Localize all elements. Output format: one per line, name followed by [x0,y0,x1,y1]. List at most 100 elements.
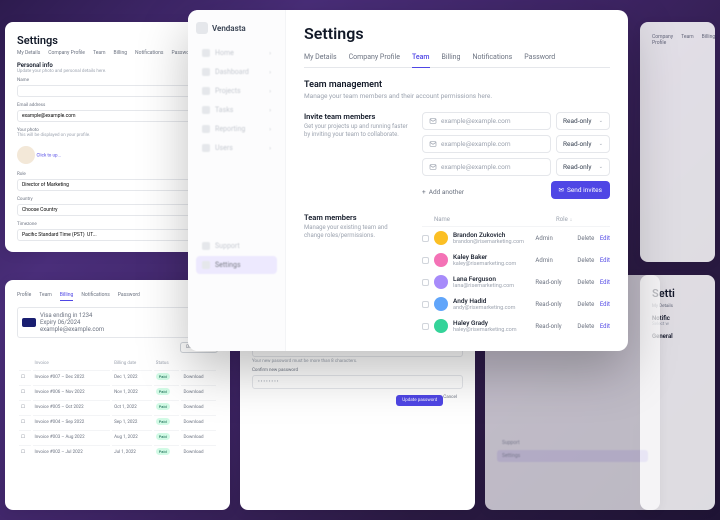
col-name[interactable]: Name [434,216,556,223]
sidebar-item-users[interactable]: Users› [196,139,277,157]
members-title: Team members [304,213,408,222]
brand-icon [196,22,208,34]
sort-icon: ↓ [570,217,573,223]
tab-my-details[interactable]: My Details [304,53,337,67]
invite-title: Invite team members [304,112,408,121]
delete-button[interactable]: Delete [577,235,594,242]
invite-email-input[interactable]: example@example.com [422,135,551,153]
delete-button[interactable]: Delete [577,301,594,308]
nav-icon [202,261,210,269]
member-checkbox[interactable] [422,301,429,308]
member-email: haley@risemarketing.com [453,327,535,333]
chevron-icon: › [269,88,271,95]
member-name: Andy Hadid [453,297,535,305]
nav-icon [202,68,210,76]
section-title: Team management [304,80,610,90]
invite-role-select[interactable]: Read-only ⌄ [556,158,610,176]
brand: Vendasta [196,22,277,34]
edit-button[interactable]: Edit [600,257,610,264]
member-role: Read-only [535,323,577,330]
members-sub: Manage your existing team and change rol… [304,224,408,241]
member-name: Haley Grady [453,319,535,327]
chevron-icon: › [269,69,271,76]
chevron-icon: › [269,145,271,152]
tab-team[interactable]: Team [412,53,430,68]
tab-password[interactable]: Password [524,53,555,67]
chevron-down-icon: ⌄ [599,164,603,170]
edit-button[interactable]: Edit [600,301,610,308]
member-role: Admin [535,235,577,242]
plus-icon: + [422,188,426,196]
members-header: Name Role↓ [422,213,610,227]
mail-icon [429,163,437,171]
bg-right-top: Company ProfileTeamBillingNotifications [640,22,715,262]
chevron-icon: › [269,126,271,133]
member-name: Kaley Baker [453,253,535,261]
delete-button[interactable]: Delete [577,323,594,330]
member-row: Brandon Zukovich brandon@risemarketing.c… [422,227,610,249]
delete-button[interactable]: Delete [577,257,594,264]
main-panel: Settings My Details Company Profile Team Bi… [286,10,628,351]
invoice-row: ☐Invoice #006 – Nov 2022Nov 1, 2022PaidD… [19,385,216,398]
member-name: Lana Ferguson [453,275,535,283]
invoice-row: ☐Invoice #005 – Oct 2022Oct 1, 2022PaidD… [19,400,216,413]
invite-role-select[interactable]: Read-only ⌄ [556,135,610,153]
member-checkbox[interactable] [422,257,429,264]
member-checkbox[interactable] [422,279,429,286]
nav-icon [202,106,210,114]
mail-icon [429,140,437,148]
sidebar-item-reporting[interactable]: Reporting› [196,120,277,138]
invoice-row: ☐Invoice #003 – Aug 2022Aug 1, 2022PaidD… [19,430,216,443]
chevron-icon: › [269,50,271,57]
member-checkbox[interactable] [422,323,429,330]
invoice-row: ☐Invoice #007 – Dec 2022Dec 1, 2022PaidD… [19,370,216,383]
member-row: Kaley Baker kaley@risemarketing.com Admi… [422,249,610,271]
brand-name: Vendasta [212,24,246,33]
chevron-icon: › [269,107,271,114]
chevron-down-icon: ⌄ [599,118,603,124]
invoice-row: ☐Invoice #002 – Jul 2022Jul 1, 2022PaidD… [19,445,216,458]
nav-icon [202,87,210,95]
page-title: Settings [304,24,610,43]
invoice-table: InvoiceBilling dateStatus ☐Invoice #007 … [17,357,218,460]
section-sub: Manage your team members and their accou… [304,92,610,100]
member-role: Read-only [535,279,577,286]
invoice-row: ☐Invoice #004 – Sep 2022Sep 1, 2022PaidD… [19,415,216,428]
avatar [434,253,448,267]
member-checkbox[interactable] [422,235,429,242]
sidebar-item-support[interactable]: Support [196,237,277,255]
member-email: andy@risemarketing.com [453,305,535,311]
invite-sub: Get your projects up and running faster … [304,123,408,140]
member-email: brandon@risemarketing.com [453,239,535,245]
nav-icon [202,242,210,250]
add-another-button[interactable]: + Add another [422,188,464,196]
mail-icon [429,117,437,125]
avatar [434,319,448,333]
nav-icon [202,144,210,152]
chevron-down-icon: ⌄ [599,141,603,147]
member-email: kaley@risemarketing.com [453,261,535,267]
member-row: Andy Hadid andy@risemarketing.com Read-o… [422,293,610,315]
edit-button[interactable]: Edit [600,279,610,286]
nav-icon [202,125,210,133]
sidebar-item-home[interactable]: Home› [196,44,277,62]
sidebar-item-settings[interactable]: Settings [196,256,277,274]
sidebar-item-dashboard[interactable]: Dashboard› [196,63,277,81]
tab-billing[interactable]: Billing [442,53,461,67]
tab-company-profile[interactable]: Company Profile [349,53,400,67]
send-invites-button[interactable]: ✉ Send invites [551,181,610,199]
member-role: Admin [535,257,577,264]
member-role: Read-only [535,301,577,308]
tab-notifications[interactable]: Notifications [472,53,512,67]
invite-email-input[interactable]: example@example.com [422,112,551,130]
invite-email-input[interactable]: example@example.com [422,158,551,176]
sidebar-item-projects[interactable]: Projects› [196,82,277,100]
col-role[interactable]: Role↓ [556,216,610,223]
invite-role-select[interactable]: Read-only ⌄ [556,112,610,130]
delete-button[interactable]: Delete [577,279,594,286]
edit-button[interactable]: Edit [600,235,610,242]
member-row: Lana Ferguson lana@risemarketing.com Rea… [422,271,610,293]
sidebar-item-tasks[interactable]: Tasks› [196,101,277,119]
edit-button[interactable]: Edit [600,323,610,330]
avatar [434,275,448,289]
